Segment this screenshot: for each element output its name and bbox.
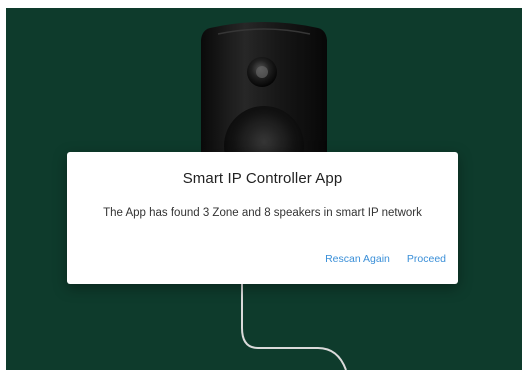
- rescan-again-button[interactable]: Rescan Again: [325, 253, 390, 265]
- scan-result-dialog: Smart IP Controller App The App has foun…: [67, 152, 458, 284]
- dialog-title: Smart IP Controller App: [182, 170, 343, 187]
- app-screen: Smart IP Controller App The App has foun…: [6, 8, 522, 370]
- dialog-actions: Rescan Again Proceed: [325, 253, 446, 265]
- dialog-message: The App has found 3 Zone and 8 speakers …: [103, 207, 422, 219]
- proceed-button[interactable]: Proceed: [407, 253, 446, 265]
